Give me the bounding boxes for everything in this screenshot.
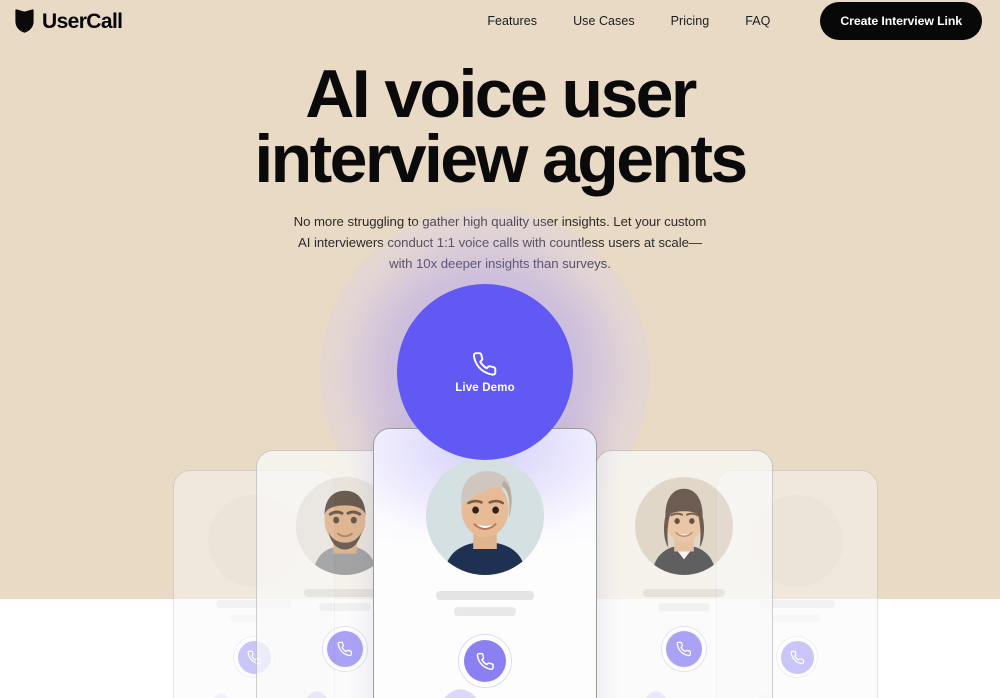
nav-links: Features Use Cases Pricing FAQ (487, 14, 770, 28)
phone-card-center[interactable] (373, 428, 597, 698)
subtitle-placeholder-bar (319, 603, 371, 611)
call-button-ring (662, 627, 706, 671)
call-button[interactable] (464, 640, 506, 682)
call-button[interactable] (666, 631, 702, 667)
subtitle-placeholder-bar (658, 603, 710, 611)
headline-line-2: interview agents (254, 121, 748, 198)
create-interview-link-button[interactable]: Create Interview Link (820, 2, 982, 40)
call-button-ring (459, 635, 511, 687)
brand-logo[interactable]: UserCall (14, 9, 123, 33)
nav-link-features[interactable]: Features (487, 14, 537, 28)
live-demo-label: Live Demo (455, 381, 515, 394)
live-demo-button[interactable]: Live Demo (397, 284, 573, 460)
phone-icon (676, 641, 691, 657)
hero-subtitle: No more struggling to gather high qualit… (293, 214, 707, 271)
call-button-ring (323, 627, 367, 671)
page-title: AI voice user interview agents (0, 60, 1000, 193)
phone-card-right[interactable] (595, 450, 773, 698)
nav-link-pricing[interactable]: Pricing (671, 14, 710, 28)
phone-card-fan (0, 428, 1000, 698)
name-placeholder-bar (436, 591, 534, 600)
call-button[interactable] (780, 640, 814, 674)
top-navigation: UserCall Features Use Cases Pricing FAQ … (0, 0, 1000, 42)
nav-link-faq[interactable]: FAQ (745, 14, 770, 28)
phone-icon (476, 652, 494, 670)
landing-page: UserCall Features Use Cases Pricing FAQ … (0, 0, 1000, 698)
woman-short-hair-avatar (426, 457, 544, 575)
subtitle-placeholder-bar (773, 614, 821, 622)
avatar (635, 477, 733, 575)
call-button[interactable] (327, 631, 363, 667)
brand-name: UserCall (42, 9, 123, 33)
phone-icon (337, 641, 352, 657)
woman-dark-hair-avatar (635, 477, 733, 575)
phone-icon (472, 351, 497, 376)
shield-icon (15, 9, 34, 33)
avatar (426, 457, 544, 575)
subtitle-placeholder-bar (454, 607, 516, 616)
name-placeholder-bar (643, 589, 725, 597)
call-button-ring (777, 637, 817, 677)
phone-icon (790, 650, 804, 664)
nav-link-use-cases[interactable]: Use Cases (573, 14, 635, 28)
